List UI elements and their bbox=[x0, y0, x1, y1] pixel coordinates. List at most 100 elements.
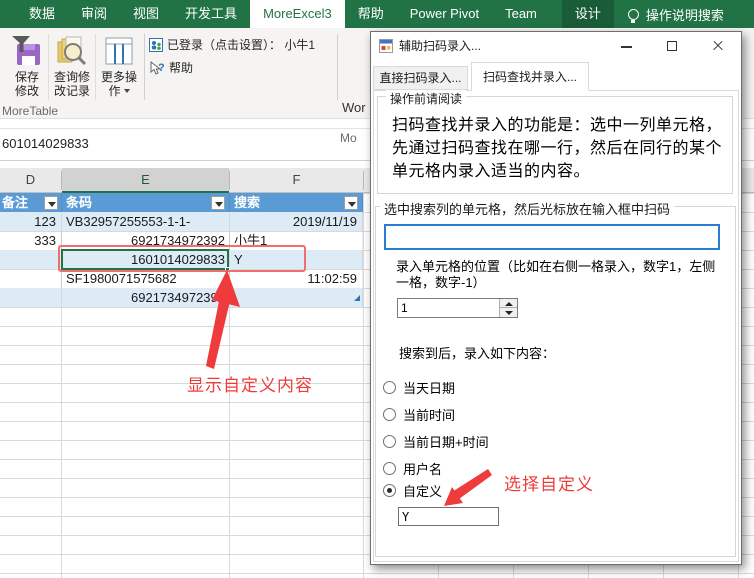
help-cursor-icon: ? bbox=[149, 60, 165, 76]
button-label: 更多操 bbox=[101, 70, 137, 84]
gridline bbox=[363, 168, 364, 578]
radio-icon bbox=[383, 381, 396, 394]
column-header-e[interactable]: E bbox=[62, 168, 229, 193]
winform-icon bbox=[379, 39, 393, 53]
position-label-line: 一格，数字-1） bbox=[396, 275, 726, 291]
filter-button[interactable] bbox=[44, 196, 58, 210]
filter-arrow-icon bbox=[215, 202, 223, 207]
tab-view[interactable]: 视图 bbox=[120, 0, 172, 28]
divider bbox=[95, 34, 96, 100]
maximize-icon bbox=[667, 41, 677, 51]
filter-button[interactable] bbox=[344, 196, 358, 210]
cell[interactable]: 11:02:59 bbox=[230, 269, 357, 288]
button-label: 查询修 bbox=[54, 70, 90, 84]
tab-help[interactable]: 帮助 bbox=[345, 0, 397, 28]
help-button[interactable]: ? 帮助 bbox=[149, 59, 193, 76]
radio-custom[interactable]: 自定义 bbox=[383, 481, 442, 500]
radio-icon bbox=[383, 462, 396, 475]
radio-icon bbox=[383, 435, 396, 448]
tab-design[interactable]: 设计 bbox=[562, 0, 614, 28]
scan-code-input[interactable] bbox=[384, 224, 720, 250]
radio-icon bbox=[383, 408, 396, 421]
tab-powerpivot[interactable]: Power Pivot bbox=[397, 0, 492, 28]
minimize-button[interactable] bbox=[603, 32, 649, 60]
cell[interactable]: 6921734972392 bbox=[62, 231, 225, 250]
filter-button[interactable] bbox=[211, 196, 225, 210]
search-label: 操作说明搜索 bbox=[646, 5, 724, 24]
button-label: 改记录 bbox=[54, 84, 90, 98]
svg-text:?: ? bbox=[158, 62, 165, 74]
position-stepper bbox=[397, 298, 518, 318]
table-row: SF1980071575682 11:02:59 bbox=[0, 269, 363, 288]
table-header-row: 备注 条码 搜索 bbox=[0, 193, 363, 212]
maximize-button[interactable] bbox=[649, 32, 695, 60]
read-line: 单元格内录入适当的内容。 bbox=[392, 160, 728, 183]
table-row: 123 VB32957255553-1-1- 2019/11/19 bbox=[0, 212, 363, 231]
cell[interactable]: 6921734972392 bbox=[62, 288, 225, 307]
tell-me-search[interactable]: 操作说明搜索 bbox=[628, 0, 724, 28]
position-value-input[interactable] bbox=[398, 299, 498, 317]
cell[interactable]: 小牛1 bbox=[234, 231, 357, 250]
custom-value-input[interactable] bbox=[398, 507, 499, 526]
cell[interactable]: VB32957255553-1-1- bbox=[62, 212, 227, 231]
screen: 601014029833 D E F 备注 条码 搜索 123 VB329572… bbox=[0, 0, 754, 578]
read-instructions: 扫码查找并录入的功能是：选中一列单元格， 先通过扫码查找在哪一行，然后在同行的某… bbox=[392, 114, 728, 183]
stepper-up-button[interactable] bbox=[499, 299, 517, 308]
tab-review[interactable]: 审阅 bbox=[68, 0, 120, 28]
table-resize-handle[interactable] bbox=[354, 295, 360, 301]
read-line: 扫码查找并录入的功能是：选中一列单元格， bbox=[392, 114, 728, 137]
minimize-icon bbox=[621, 46, 632, 48]
query-records-icon bbox=[55, 34, 89, 68]
close-button[interactable] bbox=[695, 32, 741, 60]
dialog-title: 辅助扫码录入... bbox=[399, 32, 481, 60]
tab-moreexcel3[interactable]: MoreExcel3 bbox=[250, 0, 345, 28]
read-line: 先通过扫码查找在哪一行，然后在同行的某个 bbox=[392, 137, 728, 160]
save-funnel-icon bbox=[10, 34, 44, 68]
tab-direct-scan[interactable]: 直接扫码录入... bbox=[373, 66, 468, 90]
button-label: 修改 bbox=[15, 84, 39, 98]
button-label: 保存 bbox=[15, 70, 39, 84]
save-changes-button[interactable]: 保存 修改 bbox=[5, 34, 49, 108]
divider bbox=[337, 34, 338, 100]
groupbox-title: 选中搜索列的单元格，然后光标放在输入框中扫码 bbox=[380, 199, 674, 218]
cell[interactable]: 123 bbox=[0, 212, 56, 231]
login-status-button[interactable]: 已登录（点击设置）： 小牛1 bbox=[149, 36, 315, 53]
column-header-f[interactable]: F bbox=[230, 168, 363, 193]
lightbulb-icon bbox=[628, 9, 639, 20]
cell[interactable]: SF1980071575682 bbox=[62, 269, 225, 288]
dialog-title-bar[interactable]: 辅助扫码录入... bbox=[371, 32, 741, 60]
radio-date-time[interactable]: 当前日期+时间 bbox=[383, 432, 489, 451]
header-cell[interactable]: 条码 bbox=[62, 193, 207, 212]
arrow-down-icon bbox=[505, 311, 513, 315]
tab-team[interactable]: Team bbox=[492, 0, 550, 28]
formula-bar-value[interactable]: 601014029833 bbox=[2, 136, 89, 151]
filter-arrow-icon bbox=[348, 202, 356, 207]
tab-data[interactable]: 数据 bbox=[16, 0, 68, 28]
excel-table: 备注 条码 搜索 123 VB32957255553-1-1- 2019/11/… bbox=[0, 193, 363, 307]
cell[interactable]: 2019/11/19 bbox=[230, 212, 357, 231]
tab-scan-search[interactable]: 扫码查找并录入... bbox=[471, 62, 589, 91]
cell[interactable]: Y bbox=[234, 250, 357, 269]
column-header-d[interactable]: D bbox=[0, 168, 61, 193]
cell[interactable]: 333 bbox=[0, 231, 56, 250]
radio-today-date[interactable]: 当天日期 bbox=[383, 378, 455, 397]
radio-current-time[interactable]: 当前时间 bbox=[383, 405, 455, 424]
scan-input-dialog: 辅助扫码录入... 直接扫码录入... 扫码查找并录入... 操作前请阅读 扫码… bbox=[370, 31, 742, 565]
divider bbox=[144, 34, 145, 100]
radio-username[interactable]: 用户名 bbox=[383, 459, 442, 478]
table-grid-icon bbox=[102, 34, 136, 68]
clipped-ribbon-group-label: Mo bbox=[340, 131, 357, 145]
tab-developer[interactable]: 开发工具 bbox=[172, 0, 250, 28]
divider bbox=[48, 34, 49, 100]
column-separator bbox=[229, 171, 230, 190]
radio-label: 当前日期+时间 bbox=[403, 432, 489, 451]
header-cell[interactable]: 搜索 bbox=[230, 193, 340, 212]
excel-tab-bar: 数据 审阅 视图 开发工具 MoreExcel3 帮助 Power Pivot … bbox=[0, 0, 754, 28]
selected-cell-border bbox=[61, 249, 229, 270]
column-separator bbox=[363, 171, 364, 190]
column-separator bbox=[61, 171, 62, 190]
more-actions-button[interactable]: 更多操 作 bbox=[97, 34, 141, 108]
stepper-down-button[interactable] bbox=[499, 308, 517, 317]
fill-handle[interactable] bbox=[225, 267, 230, 272]
query-history-button[interactable]: 查询修 改记录 bbox=[50, 34, 94, 108]
